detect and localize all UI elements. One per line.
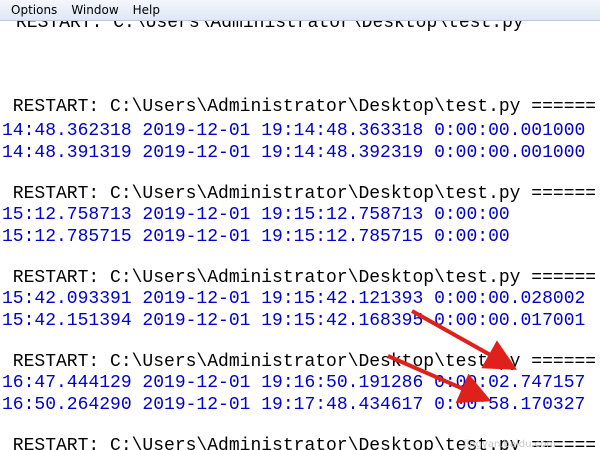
restart-line: RESTART: C:\Users\Administrator\Desktop\… [2,97,597,117]
watermark: jingyan.baidu.com [463,439,556,450]
menu-options[interactable]: Options [6,0,62,20]
output-line: 15:42.151394 2019-12-01 19:15:42.168395 … [2,311,586,331]
menu-bar: Options Window Help [0,0,600,21]
output-line: 15:12.785715 2019-12-01 19:15:12.785715 … [2,227,510,247]
restart-line: RESTART: C:\Users\Administrator\Desktop\… [2,352,597,372]
restart-line: RESTART: C:\Users\Administrator\Desktop\… [2,184,597,204]
output-line: 16:47.444129 2019-12-01 19:16:50.191286 … [2,373,586,393]
shell-output-area[interactable]: RESTART: C:\Users\Administrator\Desktop\… [0,21,600,450]
output-line: 15:42.093391 2019-12-01 19:15:42.121393 … [2,289,586,309]
restart-line: RESTART: C:\Users\Administrator\Desktop\… [2,268,597,288]
output-line: 14:48.391319 2019-12-01 19:14:48.392319 … [2,143,586,163]
menu-window[interactable]: Window [66,0,123,20]
output-line: 15:12.758713 2019-12-01 19:15:12.758713 … [2,205,510,225]
output-line: 14:48.362318 2019-12-01 19:14:48.363318 … [2,121,586,141]
menu-help[interactable]: Help [128,0,165,20]
output-line: 16:50.264290 2019-12-01 19:17:48.434617 … [2,395,586,415]
restart-line-partial-top: RESTART: C:\Users\Administrator\Desktop\… [16,21,524,33]
